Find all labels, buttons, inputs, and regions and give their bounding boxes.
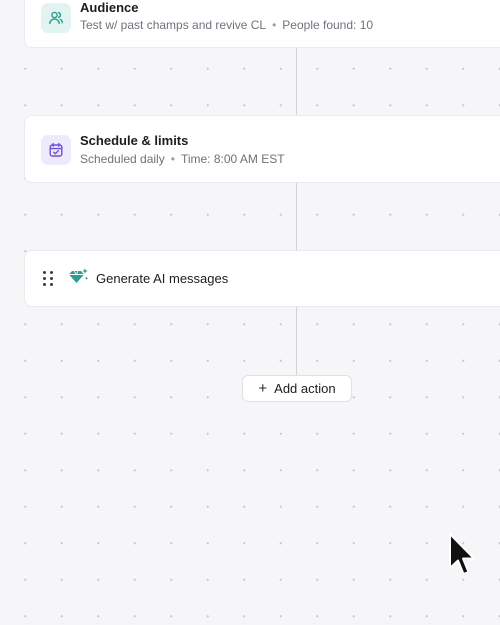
- node-title: Audience: [80, 0, 139, 15]
- separator-dot: •: [170, 152, 175, 166]
- mouse-cursor-icon: [448, 532, 476, 583]
- connector-line: [296, 48, 297, 115]
- sparkle-diamond-icon: [65, 267, 89, 289]
- schedule-frequency: Scheduled daily: [80, 152, 165, 166]
- audience-node[interactable]: Audience Test w/ past champs and revive …: [24, 0, 500, 48]
- separator-dot: •: [272, 18, 277, 32]
- generate-ai-messages-node[interactable]: Generate AI messages: [24, 250, 500, 307]
- add-action-label: Add action: [274, 381, 336, 396]
- schedule-node[interactable]: Schedule & limits Scheduled daily • Time: …: [24, 115, 500, 183]
- node-subtitle: Test w/ past champs and revive CL • People…: [80, 18, 373, 32]
- plus-icon: +: [258, 380, 268, 397]
- people-icon: [41, 3, 71, 33]
- connector-line: [296, 183, 297, 250]
- calendar-check-icon: [41, 135, 71, 165]
- node-title: Schedule & limits: [80, 133, 189, 148]
- workflow-canvas[interactable]: Audience Test w/ past champs and revive …: [0, 0, 500, 625]
- drag-handle-icon[interactable]: [43, 271, 53, 287]
- schedule-time: Time: 8:00 AM EST: [180, 152, 285, 166]
- audience-description: Test w/ past champs and revive CL: [80, 18, 267, 32]
- people-found-count: People found: 10: [282, 18, 374, 32]
- add-action-button[interactable]: + Add action: [242, 375, 352, 402]
- node-title: Generate AI messages: [96, 271, 229, 286]
- connector-line: [296, 307, 297, 375]
- node-subtitle: Scheduled daily • Time: 8:00 AM EST: [80, 152, 285, 166]
